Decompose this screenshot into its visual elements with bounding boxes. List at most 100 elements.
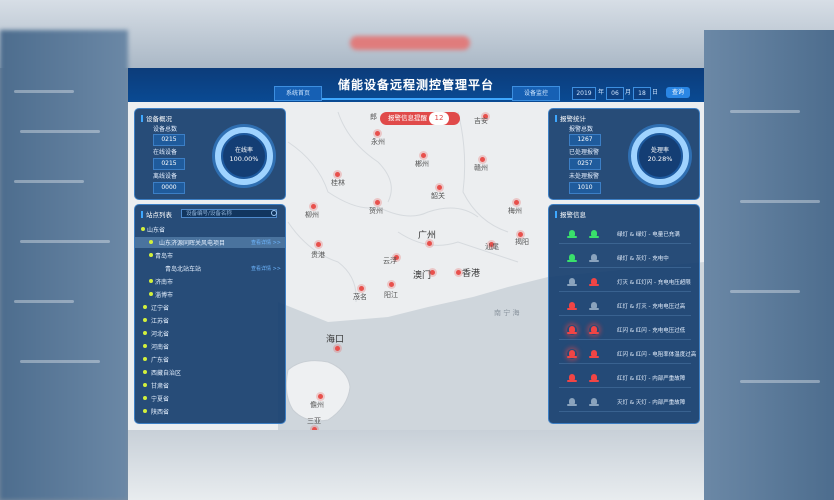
city-label: 桂林	[331, 179, 345, 187]
red-bell-icon	[567, 301, 577, 311]
row-divider	[559, 339, 691, 340]
row-divider	[559, 243, 691, 244]
city-label: 广州	[418, 231, 437, 241]
red-bell-icon	[567, 373, 577, 383]
year-select[interactable]: 2019	[572, 87, 596, 100]
green-bell-icon	[567, 229, 577, 239]
online-rate-ring: 在线率 100.00%	[215, 127, 273, 185]
month-select[interactable]: 06	[606, 87, 624, 100]
alarm-legend-text: 灯灭 & 红灯闪 - 充电电压超限	[617, 280, 691, 286]
city-label: 梅州	[508, 207, 522, 215]
stat-label: 报警总数	[569, 126, 594, 133]
alarm-legend-row: 红闪 & 红闪 - 电阻率体温度过高	[549, 349, 699, 367]
city-label: 赣州	[474, 164, 488, 172]
tree-item-province[interactable]: 宁夏省	[151, 394, 169, 403]
alarm-legend-text: 灭灯 & 灭灯 - 内部严重故障	[617, 400, 686, 406]
row-divider	[559, 363, 691, 364]
site-list-panel: 站点列表 设备编号/设备名称 山东省 山东济源同晖关风电项目 查看详情 >> 青…	[134, 204, 286, 424]
alarm-legend-row: 灯灭 & 红灯闪 - 充电电压超限	[549, 277, 699, 295]
city-label: 揭阳	[515, 238, 529, 246]
day-unit: 日	[652, 89, 659, 96]
row-divider	[559, 387, 691, 388]
nav-home-button[interactable]: 系统首页	[274, 86, 322, 101]
city-label: 云浮	[383, 257, 397, 265]
red-bell-icon	[567, 325, 577, 335]
alarm-legend-text: 红闪 & 红闪 - 充电电压过低	[617, 328, 686, 334]
ring-value: 20.28%	[647, 155, 673, 163]
gray-bell-icon	[567, 397, 577, 407]
red-bell-icon	[589, 349, 599, 359]
ring-label: 在线率	[234, 147, 253, 154]
handling-rate-ring: 处理率 20.28%	[631, 127, 689, 185]
ring-label: 处理率	[650, 147, 669, 154]
site-detail-link[interactable]: 查看详情 >>	[251, 265, 281, 272]
stat-value: 0215	[153, 158, 185, 170]
tree-item-site[interactable]: 山东济源同晖关风电项目	[159, 238, 225, 247]
tree-item-province[interactable]: 河北省	[151, 329, 169, 338]
tree-item-province[interactable]: 江苏省	[151, 316, 169, 325]
stat-label: 离线设备	[153, 173, 178, 180]
tree-item-province[interactable]: 山东省	[147, 225, 165, 234]
tree-item-city[interactable]: 青岛市	[155, 251, 173, 260]
row-divider	[559, 291, 691, 292]
city-label: 澳门	[413, 271, 432, 281]
red-bell-icon	[589, 277, 599, 287]
query-button[interactable]: 查询	[666, 87, 690, 98]
tree-item-city[interactable]: 淄博市	[155, 290, 173, 299]
tree-item-province[interactable]: 辽宁省	[151, 303, 169, 312]
row-divider	[559, 315, 691, 316]
tree-item-province[interactable]: 西藏自治区	[151, 368, 181, 377]
city-label: 吉安	[474, 117, 488, 125]
row-divider	[559, 411, 691, 412]
month-unit: 月	[625, 89, 632, 96]
city-label: 郴州	[415, 160, 429, 168]
city-label: 海口	[326, 335, 345, 345]
site-list-title: 站点列表	[141, 209, 172, 219]
red-bell-icon	[589, 325, 599, 335]
device-overview-panel: 设备概况 设备总数 0215 在线设备 0215 离线设备 0000 在线率 1…	[134, 108, 286, 200]
alarm-legend-row: 红灯 & 红灯 - 内部严重故障	[549, 373, 699, 391]
alarm-legend-text: 红灯 & 灯灭 - 充电电压过高	[617, 304, 686, 310]
day-select[interactable]: 18	[633, 87, 651, 100]
site-detail-link[interactable]: 查看详情 >>	[251, 239, 281, 246]
city-label: 汕尾	[485, 243, 499, 251]
tree-item-province[interactable]: 甘肃省	[151, 381, 169, 390]
tree-item-province[interactable]: 陕西省	[151, 407, 169, 416]
city-label: 香港	[462, 269, 481, 279]
alarm-stats-panel: 报警统计 报警总数 1267 已处理报警 0257 未处理报警 1010 处理率…	[548, 108, 700, 200]
stat-label: 设备总数	[153, 126, 178, 133]
city-label: 郎	[370, 113, 377, 121]
site-search-input[interactable]: 设备编号/设备名称	[181, 209, 277, 218]
city-label: 贺州	[369, 207, 383, 215]
search-icon[interactable]	[271, 210, 277, 216]
stat-label: 未处理报警	[569, 173, 600, 180]
stat-value: 0000	[153, 182, 185, 194]
tree-item-city[interactable]: 济南市	[155, 277, 173, 286]
alarm-legend-text: 绿灯 & 灰灯 - 充电中	[617, 256, 669, 262]
gray-bell-icon	[589, 253, 599, 263]
stat-label: 在线设备	[153, 149, 178, 156]
red-bell-icon	[567, 349, 577, 359]
row-divider	[559, 267, 691, 268]
alarm-legend-row: 红闪 & 红闪 - 充电电压过低	[549, 325, 699, 343]
alarm-legend-row: 绿灯 & 灰灯 - 充电中	[549, 253, 699, 271]
device-overview-title: 设备概况	[141, 113, 172, 123]
stat-value: 1010	[569, 182, 601, 194]
city-label: 韶关	[431, 192, 445, 200]
city-label: 茂名	[353, 293, 367, 301]
stat-label: 已处理报警	[569, 149, 600, 156]
city-label: 永州	[371, 138, 385, 146]
gray-bell-icon	[589, 397, 599, 407]
tree-item-province[interactable]: 河南省	[151, 342, 169, 351]
tree-item-site[interactable]: 青岛北站车站	[165, 264, 201, 273]
tree-item-province[interactable]: 广东省	[151, 355, 169, 364]
alarm-legend-row: 灭灯 & 灭灯 - 内部严重故障	[549, 397, 699, 415]
alarm-legend-text: 红灯 & 红灯 - 内部严重故障	[617, 376, 686, 382]
stat-value: 0257	[569, 158, 601, 170]
green-bell-icon	[567, 253, 577, 263]
city-label: 南 宁 海	[494, 309, 520, 317]
stat-value: 1267	[569, 134, 601, 146]
alarm-info-panel: 报警信息 绿灯 & 绿灯 - 电量已充满 绿灯 & 灰灯 - 充电中 灯灭 & 红灯…	[548, 204, 700, 424]
alarm-legend-text: 红闪 & 红闪 - 电阻率体温度过高	[617, 352, 697, 358]
nav-monitor-button[interactable]: 设备监控	[512, 86, 560, 101]
